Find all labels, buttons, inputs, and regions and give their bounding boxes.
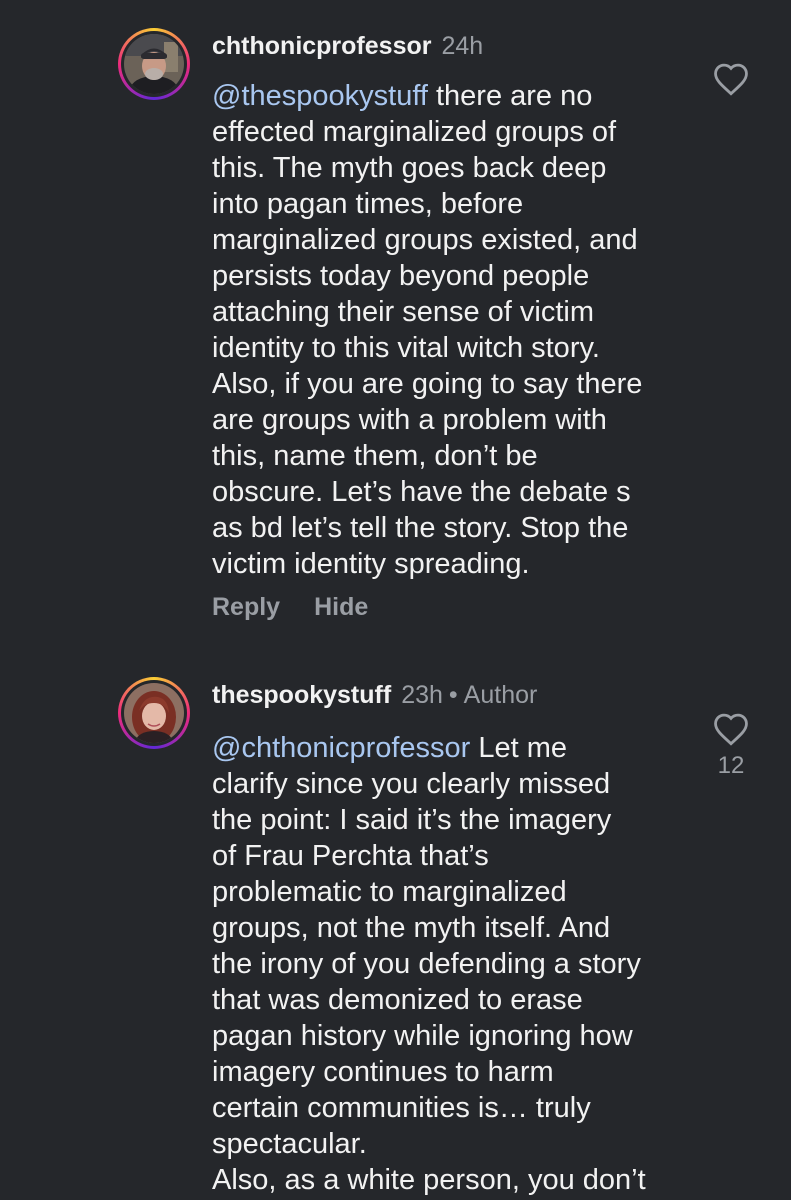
avatar: [124, 34, 184, 94]
heart-outline-icon: [714, 713, 748, 746]
comment-line: as bd let’s tell the story. Stop the: [212, 512, 629, 544]
comment-line: imagery continues to harm: [212, 1056, 554, 1088]
comment-line: spectacular.: [212, 1128, 367, 1160]
comment-line: the irony of you defending a story: [212, 948, 641, 980]
comment-line: of Frau Perchta that’s: [212, 840, 489, 872]
username[interactable]: thespookystuff: [212, 681, 391, 709]
comment-line: clarify since you clearly missed: [212, 768, 611, 800]
separator-dot: •: [448, 681, 458, 709]
comment-line: Also, if you are going to say there: [212, 368, 643, 400]
comment-line: pagan history while ignoring how: [212, 1020, 633, 1052]
reply-button[interactable]: Reply: [212, 593, 280, 621]
comment-line: attaching their sense of victim: [212, 296, 595, 328]
comment-time: 23h: [401, 681, 443, 709]
mention-link[interactable]: @thespookystuff: [212, 80, 428, 112]
comment-line: that was demonized to erase: [212, 984, 583, 1016]
author-badge: Author: [463, 681, 538, 709]
comment-line: certain communities is… truly: [212, 1092, 591, 1124]
comment-line: this, name them, don’t be: [212, 440, 538, 472]
comment-line: are groups with a problem with: [212, 404, 607, 436]
like-button[interactable]: [708, 62, 754, 96]
comment-line: obscure. Let’s have the debate s: [212, 476, 631, 508]
comment-line: identity to this vital witch story.: [212, 332, 600, 364]
comment-body: @thespookystuff there are no effected ma…: [212, 78, 682, 582]
comment-actions: Reply Hide: [212, 591, 402, 623]
avatar-story-ring[interactable]: [118, 28, 190, 100]
avatar-woman-image: [124, 683, 184, 743]
comment-line: into pagan times, before: [212, 188, 524, 220]
comment-header: thespookystuff 23h • Author: [212, 679, 537, 711]
avatar-frame: [121, 31, 187, 97]
comment-line: groups, not the myth itself. And: [212, 912, 611, 944]
heart-outline-icon: [714, 63, 748, 96]
comment-header: chthonicprofessor 24h: [212, 30, 483, 62]
comment-line: the point: I said it’s the imagery: [212, 804, 612, 836]
comment-line: @chthonicprofessor Let me: [212, 732, 568, 764]
hide-button[interactable]: Hide: [314, 593, 368, 621]
username[interactable]: chthonicprofessor: [212, 32, 431, 60]
comment-time: 24h: [441, 32, 484, 60]
like-button[interactable]: 12: [708, 712, 754, 780]
comment-line: @thespookystuff there are no: [212, 80, 593, 112]
comment-line: Also, as a white person, you don’t: [212, 1164, 646, 1196]
comment-body: @chthonicprofessor Let me clarify since …: [212, 730, 682, 1198]
comment-line: effected marginalized groups of: [212, 116, 617, 148]
mention-link[interactable]: @chthonicprofessor: [212, 732, 470, 764]
comment-line: victim identity spreading.: [212, 548, 530, 580]
comment-line: this. The myth goes back deep: [212, 152, 607, 184]
avatar-man-image: [124, 34, 184, 94]
comment-line: problematic to marginalized: [212, 876, 567, 908]
like-count: 12: [717, 752, 745, 779]
comment-line: marginalized groups existed, and: [212, 224, 638, 256]
comment-line: persists today beyond people: [212, 260, 590, 292]
avatar-story-ring[interactable]: [118, 677, 190, 749]
avatar-frame: [121, 680, 187, 746]
avatar: [124, 683, 184, 743]
